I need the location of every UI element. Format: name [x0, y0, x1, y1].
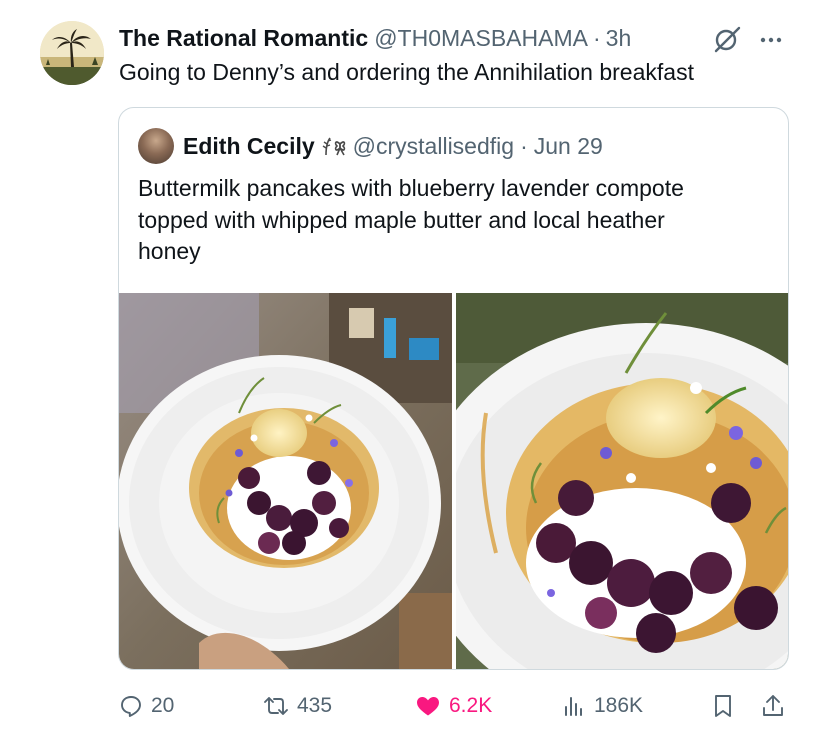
pancake-plate-image [119, 293, 452, 669]
bookmark-icon [715, 695, 731, 717]
more-icon[interactable] [757, 26, 785, 54]
quoted-photo-2[interactable] [456, 293, 788, 669]
views-button[interactable]: 186K [562, 688, 643, 724]
like-count: 6.2K [449, 694, 493, 717]
tweet-text: Going to Denny’s and ordering the Annihi… [119, 59, 694, 85]
tweet[interactable]: The Rational Romantic @TH0MASBAHAMA · 3h… [0, 0, 826, 744]
share-button[interactable] [761, 688, 793, 724]
quoted-text: Buttermilk pancakes with blueberry laven… [138, 173, 758, 268]
reply-button[interactable]: 20 [119, 688, 174, 724]
bookmark-button[interactable] [711, 688, 743, 724]
views-count: 186K [594, 694, 644, 717]
quoted-author-handle[interactable]: @crystallisedfig [353, 133, 514, 160]
quoted-author-avatar[interactable] [138, 128, 174, 164]
views-icon [565, 697, 582, 716]
tweet-header: The Rational Romantic @TH0MASBAHAMA · 3h [119, 23, 631, 53]
repost-button[interactable]: 435 [263, 688, 332, 724]
separator-dot: · [520, 132, 528, 159]
reply-icon [121, 696, 141, 717]
quoted-author-name[interactable]: Edith Cecily [183, 133, 315, 160]
tweet-time[interactable]: 3h [606, 25, 632, 52]
quoted-tweet[interactable]: Edith Cecily @crystallisedfig · Jun 29 B… [118, 107, 789, 670]
grok-icon[interactable] [712, 24, 742, 54]
author-name[interactable]: The Rational Romantic [119, 25, 368, 52]
retweet-icon [264, 697, 288, 715]
quoted-photo-1[interactable] [119, 293, 452, 669]
like-button[interactable]: 6.2K [415, 688, 492, 724]
share-icon [763, 695, 783, 716]
quoted-text-line: honey [138, 238, 201, 264]
quoted-date[interactable]: Jun 29 [534, 133, 603, 160]
pancake-closeup-image [456, 293, 788, 669]
author-handle[interactable]: @TH0MASBAHAMA [374, 25, 588, 52]
separator-dot: · [592, 24, 601, 51]
fern-and-bow-emoji-icon [322, 137, 345, 156]
heart-icon [417, 697, 439, 716]
quoted-text-line: topped with whipped maple butter and loc… [138, 206, 665, 233]
palm-tree-icon [40, 21, 104, 85]
author-avatar[interactable] [40, 21, 104, 85]
quoted-header: Edith Cecily @crystallisedfig · Jun 29 [183, 131, 603, 161]
reply-count: 20 [151, 694, 175, 717]
repost-count: 435 [297, 694, 333, 717]
quoted-text-line: Buttermilk pancakes with blueberry laven… [138, 175, 684, 201]
action-bar: 20 435 6.2K 186K [0, 688, 826, 724]
